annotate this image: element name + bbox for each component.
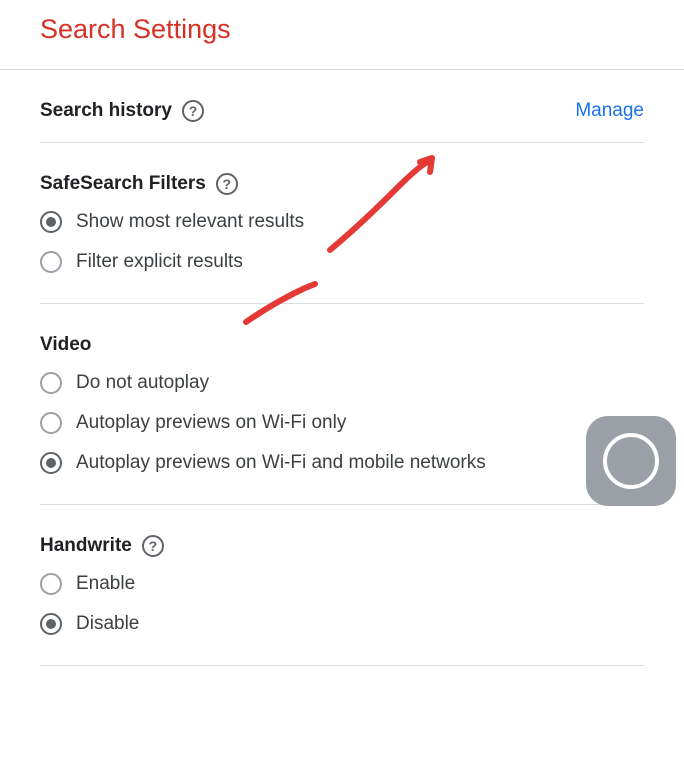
radio-icon [40, 251, 62, 273]
option-label: Autoplay previews on Wi-Fi and mobile ne… [76, 452, 486, 474]
option-enable[interactable]: Enable [40, 573, 644, 595]
video-title-wrap: Video [40, 334, 91, 356]
circle-icon [603, 433, 659, 489]
help-icon[interactable] [142, 535, 164, 557]
safesearch-section: SafeSearch Filters Show most relevant re… [0, 143, 684, 303]
radio-icon [40, 573, 62, 595]
option-filter-explicit[interactable]: Filter explicit results [40, 251, 644, 273]
radio-icon [40, 452, 62, 474]
page-title: Search Settings [0, 0, 684, 69]
option-label: Show most relevant results [76, 211, 304, 233]
option-label: Do not autoplay [76, 372, 209, 394]
option-disable[interactable]: Disable [40, 613, 644, 635]
option-label: Disable [76, 613, 139, 635]
search-history-title-wrap: Search history [40, 100, 204, 122]
radio-icon [40, 372, 62, 394]
safesearch-title-wrap: SafeSearch Filters [40, 173, 238, 195]
video-options: Do not autoplay Autoplay previews on Wi-… [40, 366, 644, 504]
option-show-relevant[interactable]: Show most relevant results [40, 211, 644, 233]
safesearch-options: Show most relevant results Filter explic… [40, 205, 644, 303]
safesearch-title: SafeSearch Filters [40, 173, 206, 195]
option-autoplay-wifi-mobile[interactable]: Autoplay previews on Wi-Fi and mobile ne… [40, 452, 644, 474]
help-icon[interactable] [216, 173, 238, 195]
assistive-touch-button[interactable] [586, 416, 676, 506]
manage-link[interactable]: Manage [575, 100, 644, 122]
search-history-section: Search history Manage [0, 70, 684, 142]
search-history-title: Search history [40, 100, 172, 122]
settings-page: Search Settings Search history Manage Sa… [0, 0, 684, 768]
video-title: Video [40, 334, 91, 356]
option-autoplay-wifi[interactable]: Autoplay previews on Wi-Fi only [40, 412, 644, 434]
handwrite-options: Enable Disable [40, 567, 644, 665]
handwrite-title: Handwrite [40, 535, 132, 557]
option-no-autoplay[interactable]: Do not autoplay [40, 372, 644, 394]
handwrite-title-wrap: Handwrite [40, 535, 164, 557]
option-label: Filter explicit results [76, 251, 243, 273]
radio-icon [40, 613, 62, 635]
video-section: Video Do not autoplay Autoplay previews … [0, 304, 684, 504]
option-label: Enable [76, 573, 135, 595]
divider [40, 665, 644, 666]
handwrite-section: Handwrite Enable Disable [0, 505, 684, 665]
help-icon[interactable] [182, 100, 204, 122]
option-label: Autoplay previews on Wi-Fi only [76, 412, 346, 434]
radio-icon [40, 412, 62, 434]
radio-icon [40, 211, 62, 233]
